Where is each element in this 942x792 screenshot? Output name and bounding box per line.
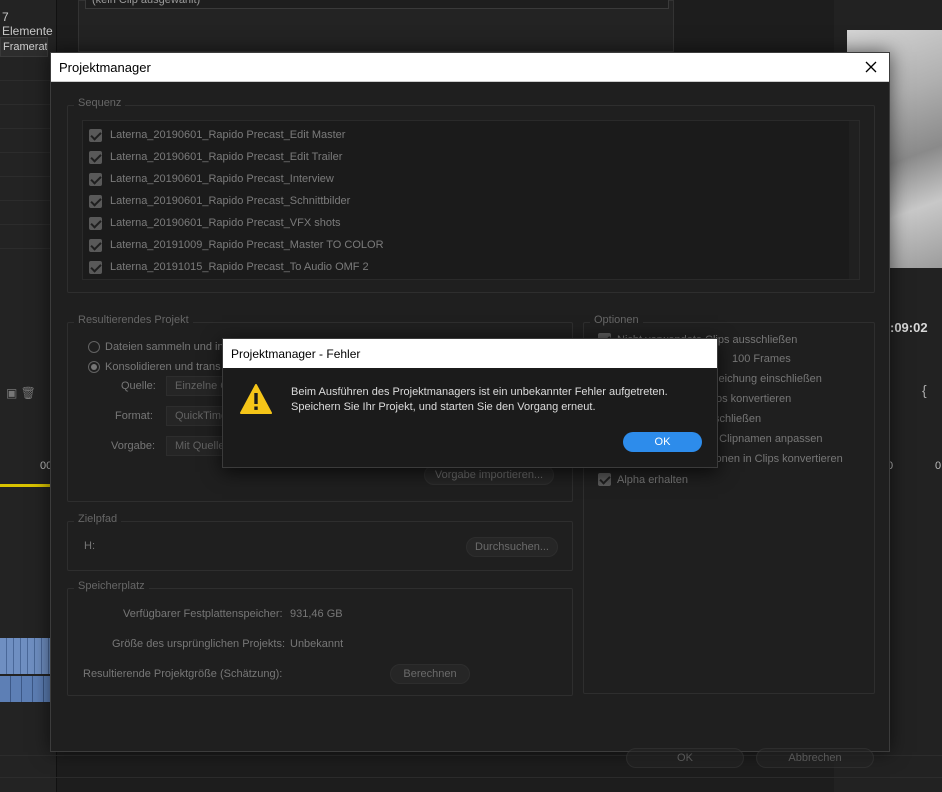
original-size-value: Unbekannt (290, 638, 344, 650)
error-dialog: Projektmanager - Fehler Beim Ausführen d… (222, 338, 718, 468)
group-legend: Sequenz (74, 97, 126, 109)
sequence-label: Laterna_20190601_Rapido Precast_Schnittb… (110, 195, 351, 207)
checkbox[interactable] (89, 216, 102, 230)
warning-icon (240, 384, 272, 414)
row-divider (0, 152, 56, 153)
radio-consolidate[interactable] (88, 361, 100, 373)
row-divider (0, 200, 56, 201)
row-divider (0, 248, 56, 249)
available-space-label: Verfügbarer Festplattenspeicher: (123, 608, 283, 620)
browse-button[interactable]: Durchsuchen... (466, 537, 558, 557)
list-item[interactable]: Laterna_20190601_Rapido Precast_Schnittb… (89, 192, 350, 210)
checkbox[interactable] (598, 473, 611, 486)
list-item[interactable]: Laterna_20191015_Rapido Precast_To Audio… (89, 258, 369, 276)
option-label: Alpha erhalten (617, 473, 688, 486)
list-item[interactable]: Laterna_20190601_Rapido Precast_Intervie… (89, 170, 334, 188)
row-divider (0, 224, 56, 225)
error-message-line2: Speichern Sie Ihr Projekt, und starten S… (291, 401, 596, 413)
error-titlebar[interactable]: Projektmanager - Fehler (223, 339, 717, 368)
checkbox[interactable] (89, 238, 102, 252)
work-area-bar[interactable] (0, 484, 52, 487)
option-label: tionen in Clips konvertieren (710, 453, 843, 465)
element-count: 7 Elemente (2, 10, 53, 38)
checkbox[interactable] (89, 150, 102, 164)
panel-divider (0, 777, 942, 778)
dialog-titlebar[interactable]: Projektmanager (51, 53, 889, 82)
available-space-value: 931,46 GB (290, 608, 343, 620)
cancel-button[interactable]: Abbrechen (756, 748, 874, 768)
row-divider (0, 128, 56, 129)
option-convert-clips[interactable]: os konvertieren (716, 393, 791, 405)
option-handles[interactable]: 100 Frames (732, 353, 791, 365)
group-legend: Optionen (590, 314, 643, 326)
new-bin-icon[interactable]: ▣ 🗑 (6, 386, 36, 400)
close-icon (865, 61, 877, 73)
dialog-title: Projektmanager (59, 60, 151, 75)
source-monitor-panel: (kein Clip ausgewählt) (78, 0, 674, 52)
sequence-group: Sequenz Laterna_20190601_Rapido Precast_… (67, 97, 875, 293)
ruler-label: 0 (935, 460, 942, 472)
list-item[interactable]: Laterna_20190601_Rapido Precast_Edit Mas… (89, 126, 345, 144)
checkbox[interactable] (89, 194, 102, 208)
option-label: 100 Frames (732, 353, 791, 365)
list-item[interactable]: Laterna_20191009_Rapido Precast_Master T… (89, 236, 384, 254)
sequence-label: Laterna_20191009_Rapido Precast_Master T… (110, 239, 384, 251)
format-label: Format: (115, 410, 153, 422)
option-label: n Clipnamen anpassen (710, 433, 823, 445)
sequence-label: Laterna_20190601_Rapido Precast_Intervie… (110, 173, 334, 185)
import-preset-button[interactable]: Vorgabe importieren... (424, 465, 554, 485)
target-path-value: H: (84, 540, 95, 552)
radio-consolidate-label: Konsolidieren und trans (105, 361, 221, 373)
sequence-label: Laterna_20190601_Rapido Precast_VFX shot… (110, 217, 341, 229)
radio-collect[interactable] (88, 341, 100, 353)
close-button[interactable] (853, 53, 889, 82)
option-include[interactable]: schließen (714, 413, 761, 425)
video-clips[interactable] (0, 638, 50, 674)
list-item[interactable]: Laterna_20190601_Rapido Precast_Edit Tra… (89, 148, 342, 166)
column-header-framerate[interactable]: Framerate (0, 37, 48, 57)
source-label: Quelle: (121, 380, 156, 392)
row-divider (0, 104, 56, 105)
sequence-label: Laterna_20190601_Rapido Precast_Edit Mas… (110, 129, 346, 141)
sequence-list: Laterna_20190601_Rapido Precast_Edit Mas… (82, 120, 860, 280)
option-label: schließen (714, 413, 762, 425)
target-path-group: Zielpfad H: Durchsuchen... (67, 513, 573, 571)
clip-dropdown[interactable]: (kein Clip ausgewählt) (85, 0, 669, 9)
option-rename-clips[interactable]: n Clipnamen anpassen (710, 433, 823, 445)
option-preserve-alpha[interactable]: Alpha erhalten (598, 473, 688, 486)
error-message-line1: Beim Ausführen des Projektmanagers ist e… (291, 386, 668, 398)
error-ok-button[interactable]: OK (623, 432, 702, 452)
sequence-label: Laterna_20190601_Rapido Precast_Edit Tra… (110, 151, 343, 163)
original-size-label: Größe des ursprünglichen Projekts: (112, 638, 286, 650)
option-include-conform[interactable]: gleichung einschließen (710, 373, 822, 385)
option-label: os konvertieren (716, 393, 792, 405)
calculate-button[interactable]: Berechnen (390, 664, 470, 684)
list-item[interactable]: Laterna_20190601_Rapido Precast_VFX shot… (89, 214, 341, 232)
audio-clips[interactable] (0, 676, 50, 702)
ok-button[interactable]: OK (626, 748, 744, 768)
scrollbar[interactable] (849, 121, 859, 279)
checkbox[interactable] (89, 128, 102, 142)
program-timecode[interactable]: :09:02 (890, 320, 928, 335)
group-legend: Resultierendes Projekt (74, 314, 193, 326)
project-panel: 7 Elemente Framerate ▣ 🗑 00 (0, 0, 57, 792)
radio-collect-label: Dateien sammeln und in (105, 341, 224, 353)
disk-space-group: Speicherplatz Verfügbarer Festplattenspe… (67, 580, 573, 696)
group-legend: Speicherplatz (74, 580, 149, 592)
option-convert-to-clips[interactable]: tionen in Clips konvertieren (710, 453, 843, 465)
group-legend: Zielpfad (74, 513, 122, 525)
preset-label: Vorgabe: (111, 440, 156, 452)
checkbox[interactable] (89, 260, 102, 274)
mark-in-icon[interactable]: { (922, 382, 927, 398)
error-title: Projektmanager - Fehler (231, 347, 361, 361)
resulting-size-label: Resultierende Projektgröße (Schätzung): (83, 668, 283, 680)
sequence-label: Laterna_20191015_Rapido Precast_To Audio… (110, 261, 369, 273)
row-divider (0, 80, 56, 81)
row-divider (0, 176, 56, 177)
checkbox[interactable] (89, 172, 102, 186)
option-label: gleichung einschließen (710, 373, 822, 385)
